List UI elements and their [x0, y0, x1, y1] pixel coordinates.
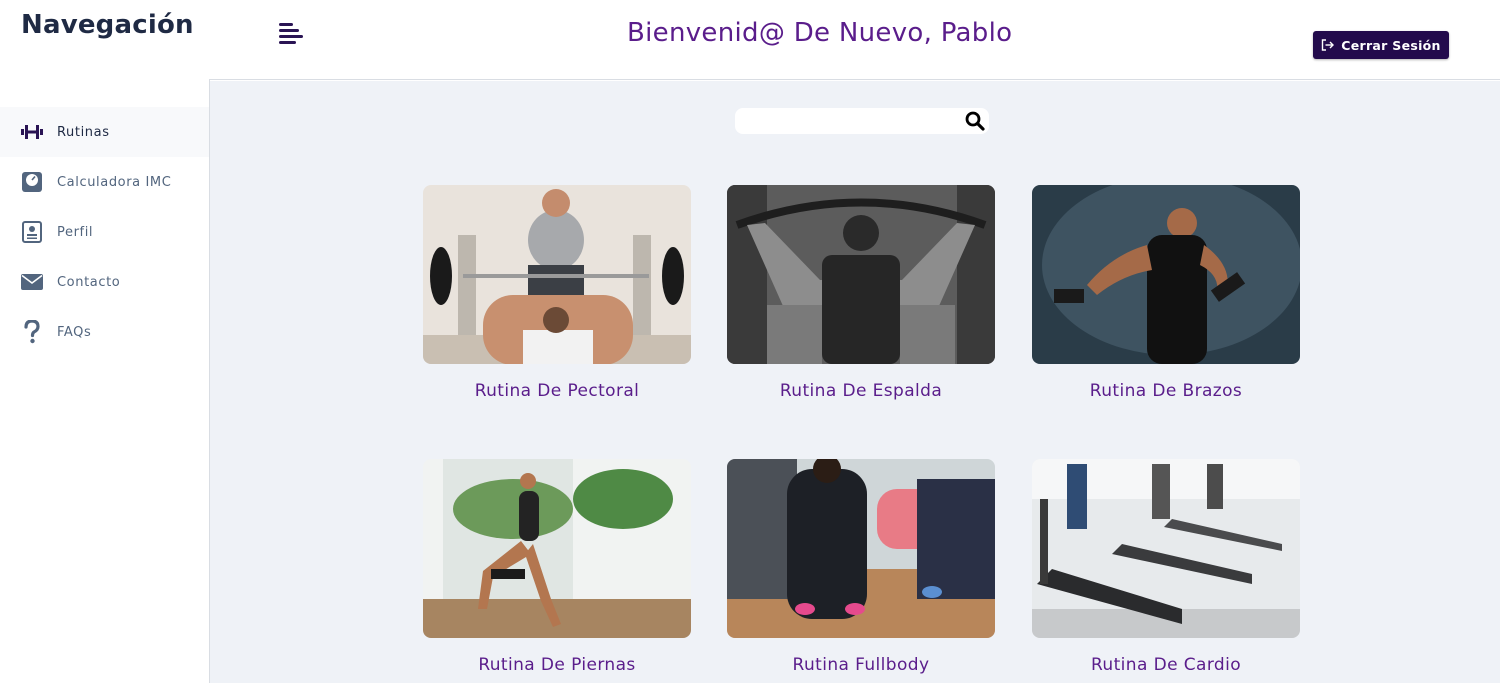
- card-rutina-cardio[interactable]: Rutina De Cardio: [1032, 459, 1300, 675]
- logout-icon: [1322, 39, 1335, 51]
- card-rutina-piernas[interactable]: Rutina De Piernas: [423, 459, 691, 675]
- sidebar-item-calculadora-imc[interactable]: Calculadora IMC: [0, 157, 209, 207]
- sidebar-item-label: Calculadora IMC: [57, 174, 172, 190]
- search-input[interactable]: [735, 108, 955, 134]
- sidebar-item-contacto[interactable]: Contacto: [0, 257, 209, 307]
- card-rutina-brazos[interactable]: Rutina De Brazos: [1032, 185, 1300, 401]
- legs-workout-image: [423, 459, 691, 638]
- menu-lines-icon[interactable]: [279, 23, 305, 47]
- sidebar: Navegación Rutinas Calculadora IMC Perfi…: [0, 0, 209, 683]
- profile-card-icon: [20, 220, 44, 244]
- card-rutina-espalda[interactable]: Rutina De Espalda: [727, 185, 995, 401]
- welcome-heading: Bienvenid@ De Nuevo, Pablo: [627, 18, 1013, 48]
- card-title: Rutina De Piernas: [478, 655, 636, 675]
- card-rutina-fullbody[interactable]: Rutina Fullbody: [727, 459, 995, 675]
- card-rutina-pectoral[interactable]: Rutina De Pectoral: [423, 185, 691, 401]
- sidebar-item-rutinas[interactable]: Rutinas: [0, 107, 209, 157]
- sidebar-item-label: Rutinas: [57, 124, 110, 140]
- card-title: Rutina De Espalda: [779, 381, 943, 401]
- search-icon[interactable]: [964, 110, 986, 132]
- main-content: Rutina De Pectoral Rutina De Espalda Rut…: [210, 81, 1500, 683]
- sidebar-nav: Rutinas Calculadora IMC Perfil Contacto …: [0, 107, 209, 357]
- sidebar-item-label: FAQs: [57, 324, 92, 340]
- card-title: Rutina De Pectoral: [474, 381, 640, 401]
- question-icon: [20, 320, 44, 344]
- sidebar-item-faqs[interactable]: FAQs: [0, 307, 209, 357]
- sidebar-title: Navegación: [21, 10, 194, 40]
- arms-workout-image: [1032, 185, 1300, 364]
- sidebar-item-label: Perfil: [57, 224, 94, 240]
- card-title: Rutina De Cardio: [1090, 655, 1242, 675]
- back-workout-image: [727, 185, 995, 364]
- pectoral-workout-image: [423, 185, 691, 364]
- dumbbell-icon: [20, 120, 44, 144]
- scale-icon: [20, 170, 44, 194]
- card-title: Rutina Fullbody: [792, 655, 930, 675]
- fullbody-workout-image: [727, 459, 995, 638]
- sidebar-item-label: Contacto: [57, 274, 121, 290]
- logout-button[interactable]: Cerrar Sesión: [1313, 31, 1449, 59]
- search-box: [735, 108, 989, 134]
- sidebar-item-perfil[interactable]: Perfil: [0, 207, 209, 257]
- top-bar: Bienvenid@ De Nuevo, Pablo Cerrar Sesión: [209, 0, 1500, 80]
- cardio-workout-image: [1032, 459, 1300, 638]
- card-title: Rutina De Brazos: [1089, 381, 1243, 401]
- envelope-icon: [20, 270, 44, 294]
- logout-label: Cerrar Sesión: [1341, 37, 1441, 53]
